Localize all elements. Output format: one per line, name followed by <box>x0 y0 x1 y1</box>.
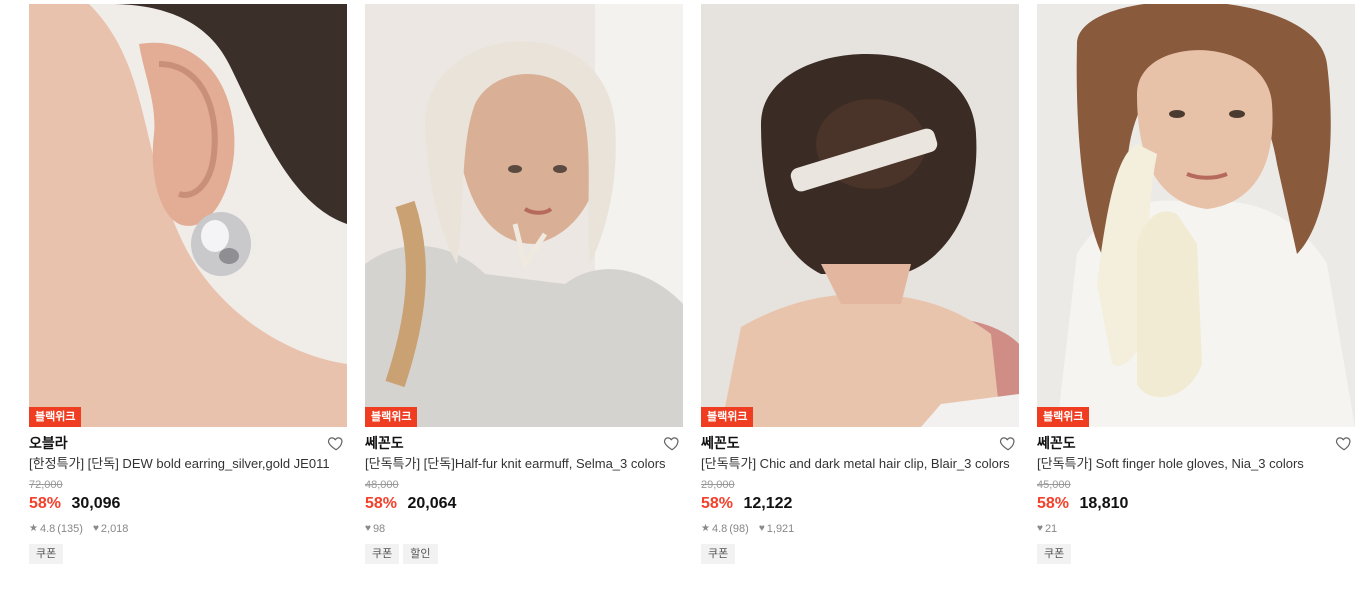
black-week-badge: 블랙위크 <box>29 407 82 427</box>
product-card[interactable]: 블랙위크 쎄꼰도 [단독특가] Chic and dark metal hair… <box>701 4 1019 564</box>
coupon-tag: 쿠폰 <box>1037 544 1072 564</box>
product-image[interactable]: 블랙위크 <box>701 4 1019 427</box>
coupon-tag: 쿠폰 <box>29 544 64 564</box>
like-count: 2,018 <box>100 523 129 535</box>
original-price: 45,000 <box>1037 479 1071 491</box>
product-stats: ★ 4.8 (98) ♥ 1,921 <box>701 522 1019 536</box>
heart-outline-icon[interactable] <box>999 434 1017 452</box>
product-grid: 블랙위크 오블라 [한정특가] [단독] DEW bold earring_si… <box>0 0 1361 590</box>
product-image[interactable]: 블랙위크 <box>365 4 683 427</box>
discount-rate: 58% <box>701 495 734 512</box>
product-image[interactable]: 블랙위크 <box>29 4 347 427</box>
product-stats: ★ 4.8 (135) ♥ 2,018 <box>29 522 347 536</box>
brand-name[interactable]: 쎄꼰도 <box>701 435 740 451</box>
heart-icon: ♥ <box>1037 523 1043 534</box>
brand-name[interactable]: 오블라 <box>29 435 68 451</box>
rating: 4.8 <box>39 523 56 535</box>
product-image[interactable]: 블랙위크 <box>1037 4 1355 427</box>
heart-outline-icon[interactable] <box>1335 434 1353 452</box>
discount-tag: 할인 <box>403 544 438 564</box>
black-week-badge: 블랙위크 <box>365 407 418 427</box>
black-week-badge: 블랙위크 <box>701 407 754 427</box>
product-card[interactable]: 블랙위크 오블라 [한정특가] [단독] DEW bold earring_si… <box>29 4 347 564</box>
sale-price: 12,122 <box>743 495 793 512</box>
brand-name[interactable]: 쎄꼰도 <box>1037 435 1076 451</box>
black-week-badge: 블랙위크 <box>1037 407 1090 427</box>
product-name[interactable]: [한정특가] [단독] DEW bold earring_silver,gold… <box>29 455 347 473</box>
review-count: (98) <box>729 523 749 535</box>
coupon-tag: 쿠폰 <box>365 544 400 564</box>
rating: 4.8 <box>711 523 728 535</box>
like-count: 98 <box>372 523 386 535</box>
product-name[interactable]: [단독특가] Soft finger hole gloves, Nia_3 co… <box>1037 455 1355 473</box>
heart-outline-icon[interactable] <box>663 434 681 452</box>
heart-icon: ♥ <box>365 523 371 534</box>
discount-rate: 58% <box>29 495 62 512</box>
discount-rate: 58% <box>365 495 398 512</box>
original-price: 29,000 <box>701 479 735 491</box>
original-price: 48,000 <box>365 479 399 491</box>
heart-icon: ♥ <box>92 523 99 534</box>
review-count: (135) <box>57 523 83 535</box>
sale-price: 30,096 <box>71 495 121 512</box>
product-card[interactable]: 블랙위크 쎄꼰도 [단독특가] Soft finger hole gloves,… <box>1037 4 1355 564</box>
product-name[interactable]: [단독특가] Chic and dark metal hair clip, Bl… <box>701 455 1019 473</box>
sale-price: 20,064 <box>407 495 457 512</box>
discount-rate: 58% <box>1037 495 1070 512</box>
brand-name[interactable]: 쎄꼰도 <box>365 435 404 451</box>
star-icon: ★ <box>29 523 38 534</box>
product-stats: ♥ 98 <box>365 522 683 536</box>
sale-price: 18,810 <box>1079 495 1129 512</box>
star-icon: ★ <box>701 523 710 534</box>
product-name[interactable]: [단독특가] [단독]Half-fur knit earmuff, Selma_… <box>365 455 683 473</box>
original-price: 72,000 <box>29 479 63 491</box>
like-count: 1,921 <box>766 523 795 535</box>
coupon-tag: 쿠폰 <box>701 544 736 564</box>
heart-icon: ♥ <box>758 523 765 534</box>
product-stats: ♥ 21 <box>1037 522 1355 536</box>
heart-outline-icon[interactable] <box>327 434 345 452</box>
product-card[interactable]: 블랙위크 쎄꼰도 [단독특가] [단독]Half-fur knit earmuf… <box>365 4 683 564</box>
like-count: 21 <box>1044 523 1058 535</box>
